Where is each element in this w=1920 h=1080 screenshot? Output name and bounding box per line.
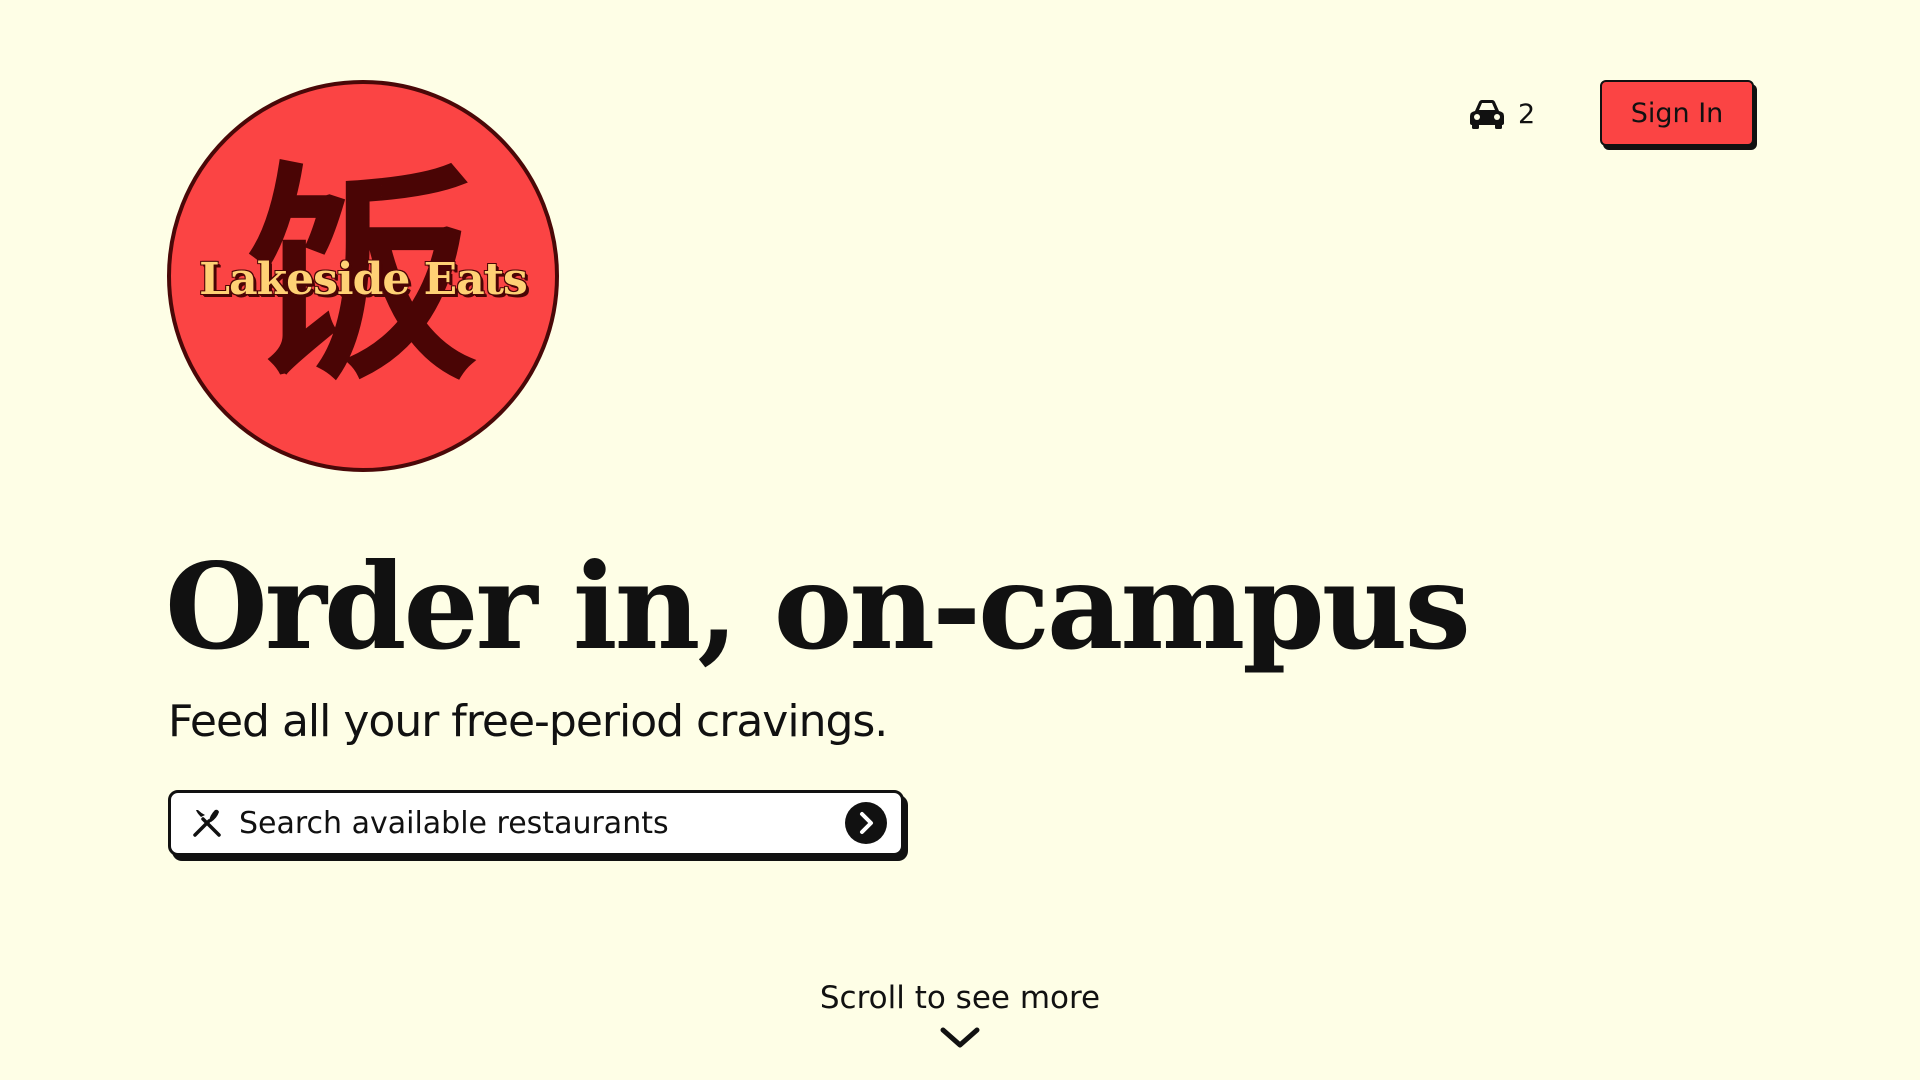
logo-wordmark: Lakeside Eats — [199, 254, 528, 305]
chevron-down-icon[interactable] — [940, 1026, 980, 1050]
landing-page: 饭 Lakeside Eats 2 Sign In Order in, on-c… — [0, 0, 1920, 1080]
car-icon — [1468, 98, 1506, 130]
sign-in-button[interactable]: Sign In — [1600, 80, 1754, 146]
utensils-icon — [189, 805, 225, 841]
scroll-hint[interactable]: Scroll to see more — [0, 980, 1920, 1016]
restaurant-search-bar[interactable]: Search available restaurants — [168, 790, 904, 856]
brand-logo[interactable]: 饭 Lakeside Eats — [167, 80, 559, 472]
chevron-right-circle-icon — [860, 812, 873, 834]
cart-count: 2 — [1518, 98, 1536, 130]
search-input[interactable]: Search available restaurants — [239, 806, 845, 841]
search-submit-button[interactable] — [845, 802, 887, 844]
hero-subtitle: Feed all your free-period cravings. — [168, 696, 888, 747]
cart-indicator[interactable]: 2 — [1468, 94, 1535, 134]
hero-title: Order in, on-campus — [165, 537, 1471, 676]
